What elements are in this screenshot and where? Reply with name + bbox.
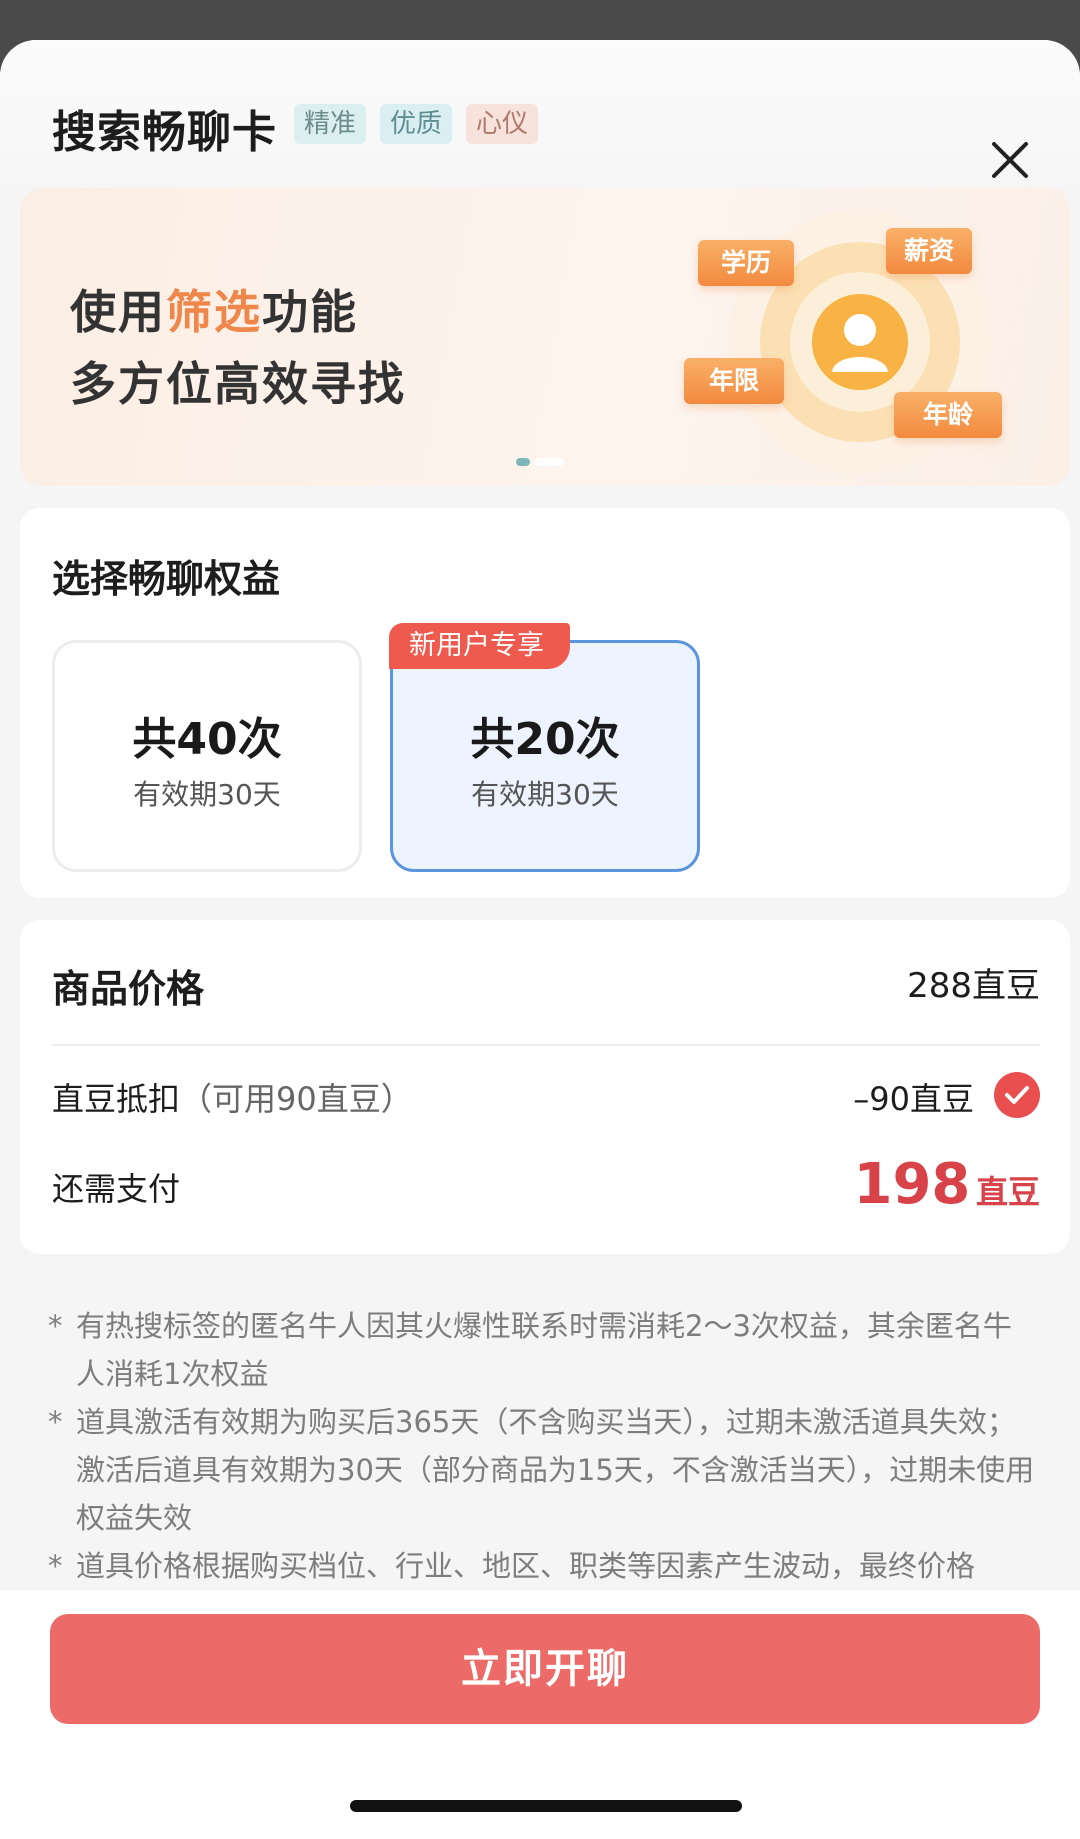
chip-years: 年限 (684, 358, 784, 404)
banner-line-2: 多方位高效寻找 (70, 357, 406, 411)
start-chat-button[interactable]: 立即开聊 (50, 1614, 1040, 1724)
pay-amount: 198 直豆 (854, 1152, 1041, 1217)
purchase-sheet: 搜索畅聊卡 精准 优质 心仪 使用筛选功能 多方位高效寻找 学历 薪资 年限 年… (0, 40, 1080, 1839)
price-card: 商品价格 288直豆 直豆抵扣（可用90直豆） –90直豆 还需支付 198 直… (20, 920, 1070, 1254)
page-title: 搜索畅聊卡 (52, 107, 277, 158)
chip-education: 学历 (698, 240, 794, 286)
rights-title: 选择畅聊权益 (52, 557, 281, 601)
option-validity: 有效期30天 (471, 778, 619, 811)
deduct-value: –90直豆 (853, 1080, 974, 1118)
tag-quality: 优质 (380, 104, 453, 144)
tag-precise: 精准 (294, 104, 367, 144)
carousel-dots (516, 458, 564, 466)
deduct-checkbox[interactable] (994, 1072, 1040, 1118)
footer-bar: 立即开聊 (0, 1590, 1080, 1839)
deduct-note: （可用90直豆） (180, 1080, 413, 1118)
feature-tags: 精准 优质 心仪 (294, 104, 539, 144)
promo-banner[interactable]: 使用筛选功能 多方位高效寻找 学历 薪资 年限 年龄 (20, 188, 1070, 486)
chip-salary: 薪资 (886, 228, 972, 274)
home-indicator[interactable] (350, 1800, 742, 1812)
price-value: 288直豆 (907, 966, 1040, 1006)
option-count: 共20次 (470, 714, 620, 765)
banner-highlight: 筛选 (166, 285, 262, 339)
option-20-times[interactable]: 新用户专享 共20次 有效期30天 (389, 623, 700, 872)
pay-value: 198 (853, 1152, 971, 1217)
close-icon[interactable] (990, 140, 1030, 180)
banner-line-1: 使用筛选功能 (70, 285, 358, 339)
option-40-times[interactable]: 共40次 有效期30天 (52, 640, 362, 872)
new-user-badge: 新用户专享 (389, 623, 570, 669)
note-item: * 道具激活有效期为购买后365天（不含购买当天），过期未激活道具失效；激活后道具… (48, 1405, 1035, 1535)
pay-unit: 直豆 (975, 1173, 1040, 1211)
terms-notes: * 有热搜标签的匿名牛人因其火爆性联系时需消耗2～3次权益，其余匿名牛人消耗1次权… (48, 1302, 1038, 1590)
note-item: * 有热搜标签的匿名牛人因其火爆性联系时需消耗2～3次权益，其余匿名牛人消耗1次权… (48, 1309, 1012, 1391)
tag-ideal: 心仪 (466, 104, 539, 144)
chip-age: 年龄 (894, 392, 1002, 438)
pay-label: 还需支付 (52, 1170, 181, 1208)
divider (52, 1044, 1040, 1046)
price-label: 商品价格 (52, 967, 205, 1011)
check-icon (1005, 1086, 1029, 1104)
deduct-label: 直豆抵扣（可用90直豆） (52, 1080, 413, 1118)
option-validity: 有效期30天 (133, 778, 281, 811)
rights-card: 选择畅聊权益 共40次 有效期30天 新用户专享 共20次 有效期30天 (20, 508, 1070, 898)
note-item: * 道具价格根据购买档位、行业、地区、职类等因素产生波动，最终价格 (48, 1549, 976, 1583)
person-icon (812, 294, 908, 390)
carousel-dot (534, 458, 564, 466)
option-count: 共40次 (132, 714, 282, 765)
carousel-dot-active (516, 458, 530, 466)
sheet-header: 搜索畅聊卡 精准 优质 心仪 (0, 40, 1080, 190)
